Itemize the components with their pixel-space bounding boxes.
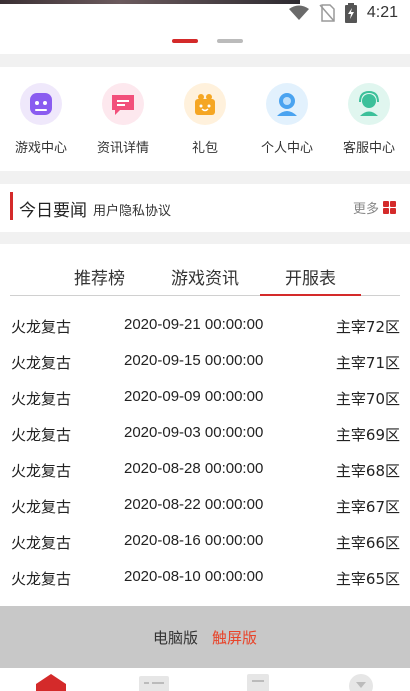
tab-bar: 推荐榜 游戏资讯 开服表 bbox=[10, 260, 400, 296]
news-title: 今日要闻 bbox=[19, 201, 87, 221]
privacy-agreement-link[interactable]: 用户隐私协议 bbox=[93, 200, 171, 219]
support-icon bbox=[348, 83, 390, 125]
server-game-name: 火龙复古 bbox=[11, 498, 72, 516]
game-controller-icon bbox=[20, 83, 62, 125]
touch-version-link[interactable]: 触屏版 bbox=[212, 627, 257, 648]
server-game-name: 火龙复古 bbox=[11, 426, 72, 444]
message-icon bbox=[102, 83, 144, 125]
bottom-nav bbox=[0, 668, 410, 691]
server-name: 主宰69区 bbox=[335, 426, 400, 444]
section-accent-bar bbox=[10, 192, 13, 220]
carousel-dot[interactable] bbox=[217, 39, 243, 43]
server-row[interactable]: 火龙复古 2020-09-09 00:00:00 主宰70区 bbox=[0, 380, 410, 416]
active-tab-indicator bbox=[260, 294, 361, 296]
status-time: 4:21 bbox=[366, 4, 398, 21]
nav-label: 资讯详情 bbox=[96, 141, 149, 156]
list-icon bbox=[138, 676, 169, 691]
news-bar: 今日要闻 用户隐私协议 更多 bbox=[0, 184, 410, 232]
server-open-time: 2020-09-09 00:00:00 bbox=[124, 388, 264, 405]
tab-server-schedule[interactable]: 开服表 bbox=[285, 264, 336, 289]
nav-label: 个人中心 bbox=[260, 141, 313, 156]
server-row[interactable]: 火龙复古 2020-09-21 00:00:00 主宰72区 bbox=[0, 308, 410, 344]
more-label: 更多 bbox=[352, 202, 379, 217]
server-row[interactable]: 火龙复古 2020-09-15 00:00:00 主宰71区 bbox=[0, 344, 410, 380]
banner-image-edge bbox=[0, 0, 300, 4]
more-button[interactable]: 更多 bbox=[353, 198, 396, 217]
user-icon bbox=[266, 83, 308, 125]
nav-item-personal-center[interactable]: 个人中心 bbox=[246, 67, 328, 171]
status-icons: 4:21 bbox=[288, 3, 398, 23]
nav-item-game-center[interactable]: 游戏中心 bbox=[0, 67, 82, 171]
server-open-time: 2020-09-03 00:00:00 bbox=[124, 424, 264, 441]
nav-item-customer-service[interactable]: 客服中心 bbox=[328, 67, 410, 171]
no-sim-icon bbox=[319, 4, 335, 22]
tab-recommend[interactable]: 推荐榜 bbox=[74, 264, 125, 289]
server-row[interactable]: 火龙复古 2020-08-28 00:00:00 主宰68区 bbox=[0, 452, 410, 488]
server-open-time: 2020-08-28 00:00:00 bbox=[124, 460, 264, 477]
server-name: 主宰71区 bbox=[335, 354, 400, 372]
carousel-indicator bbox=[0, 26, 410, 54]
server-name: 主宰65区 bbox=[335, 570, 400, 588]
server-name: 主宰70区 bbox=[335, 390, 400, 408]
server-game-name: 火龙复古 bbox=[11, 570, 72, 588]
profile-icon bbox=[348, 674, 373, 691]
server-open-time: 2020-08-22 00:00:00 bbox=[124, 496, 264, 513]
server-row[interactable]: 火龙复古 2020-08-16 00:00:00 主宰66区 bbox=[0, 524, 410, 560]
server-game-name: 火龙复古 bbox=[11, 390, 72, 408]
bottom-nav-list[interactable] bbox=[103, 668, 206, 691]
nav-item-gift[interactable]: 礼包 bbox=[164, 67, 246, 171]
nav-item-news-detail[interactable]: 资讯详情 bbox=[82, 67, 164, 171]
footer: 电脑版 触屏版 bbox=[0, 606, 410, 668]
server-game-name: 火龙复古 bbox=[11, 318, 72, 336]
server-name: 主宰66区 bbox=[335, 534, 400, 552]
quick-nav: 游戏中心 资讯详情 礼包 个人中心 客服中心 bbox=[0, 67, 410, 171]
server-name: 主宰68区 bbox=[335, 462, 400, 480]
carousel-dot-active[interactable] bbox=[172, 39, 198, 43]
server-name: 主宰72区 bbox=[335, 318, 400, 336]
status-bar: 4:21 bbox=[0, 0, 410, 26]
server-open-time: 2020-08-10 00:00:00 bbox=[124, 568, 264, 585]
bottom-nav-document[interactable] bbox=[205, 668, 308, 691]
server-game-name: 火龙复古 bbox=[11, 534, 72, 552]
wifi-icon bbox=[288, 5, 309, 20]
nav-label: 礼包 bbox=[191, 141, 218, 156]
server-game-name: 火龙复古 bbox=[11, 354, 72, 372]
grid-icon bbox=[383, 201, 396, 214]
nav-label: 游戏中心 bbox=[14, 141, 67, 156]
home-icon bbox=[36, 674, 66, 691]
server-row[interactable]: 火龙复古 2020-08-22 00:00:00 主宰67区 bbox=[0, 488, 410, 524]
server-open-time: 2020-09-15 00:00:00 bbox=[124, 352, 264, 369]
server-game-name: 火龙复古 bbox=[11, 462, 72, 480]
bottom-nav-profile[interactable] bbox=[308, 668, 410, 691]
nav-label: 客服中心 bbox=[342, 141, 395, 156]
tab-game-news[interactable]: 游戏资讯 bbox=[171, 264, 239, 289]
server-open-time: 2020-09-21 00:00:00 bbox=[124, 316, 264, 333]
gift-icon bbox=[184, 83, 226, 125]
server-row[interactable]: 火龙复古 2020-09-03 00:00:00 主宰69区 bbox=[0, 416, 410, 452]
server-row[interactable]: 火龙复古 2020-08-10 00:00:00 主宰65区 bbox=[0, 560, 410, 596]
bottom-nav-home[interactable] bbox=[0, 668, 103, 691]
pc-version-link[interactable]: 电脑版 bbox=[153, 627, 198, 648]
server-open-time: 2020-08-16 00:00:00 bbox=[124, 532, 264, 549]
content-panel: 推荐榜 游戏资讯 开服表 火龙复古 2020-09-21 00:00:00 主宰72… bbox=[0, 244, 410, 606]
battery-charging-icon bbox=[344, 3, 357, 23]
server-name: 主宰67区 bbox=[335, 498, 400, 516]
document-icon bbox=[247, 674, 269, 691]
